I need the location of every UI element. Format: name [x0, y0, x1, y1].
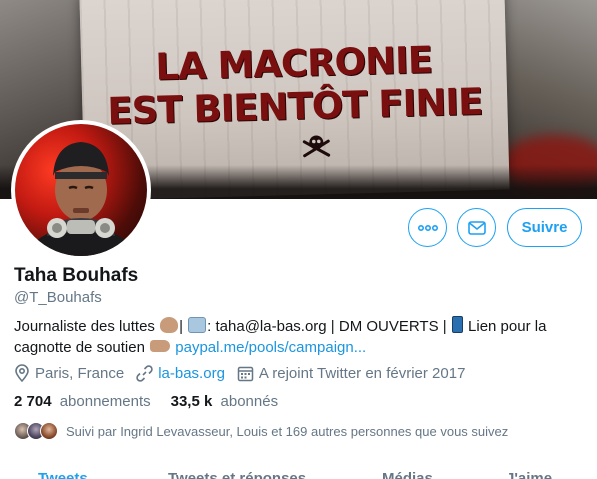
profile-tabs: Tweets Tweets et réponses Médias J'aime — [0, 466, 597, 479]
following-label: abonnements — [59, 393, 151, 410]
followers-stat[interactable]: 33,5 k abonnés — [171, 393, 278, 410]
following-stat[interactable]: 2 704 abonnements — [14, 393, 151, 410]
bio-separator: | — [179, 318, 183, 335]
location-pin-icon — [15, 364, 29, 382]
link-icon — [136, 364, 153, 382]
envelope-icon — [467, 220, 486, 235]
tab-media[interactable]: Médias — [382, 470, 433, 479]
follower-avatar — [40, 422, 58, 440]
skull-crossbones-icon — [302, 135, 331, 158]
pointing-right-icon — [150, 340, 171, 352]
bio-text: Journaliste des luttes — [14, 318, 155, 335]
website[interactable]: la-bas.org — [136, 365, 225, 382]
tab-tweets-replies[interactable]: Tweets et réponses — [168, 470, 306, 479]
more-options-button[interactable] — [408, 208, 447, 247]
calendar-icon — [237, 366, 254, 381]
tab-tweets[interactable]: Tweets — [38, 470, 88, 479]
profile-bio: Journaliste des luttes | : taha@la-bas.o… — [14, 316, 574, 358]
followed-by[interactable]: Suivi par Ingrid Levavasseur, Louis et 1… — [14, 422, 508, 440]
profile-handle: @T_Bouhafs — [14, 289, 102, 306]
inbox-tray-icon — [188, 317, 207, 333]
more-icon — [417, 224, 438, 231]
tab-likes[interactable]: J'aime — [506, 470, 552, 479]
profile-stats: 2 704 abonnements 33,5 k abonnés — [14, 393, 298, 410]
bio-link[interactable]: paypal.me/pools/campaign... — [175, 339, 366, 356]
profile-meta: Paris, France la-bas.org A rejoint Twitt… — [14, 363, 477, 383]
location: Paris, France — [14, 364, 124, 382]
follow-button[interactable]: Suivre — [507, 208, 582, 247]
message-button[interactable] — [457, 208, 496, 247]
followers-count: 33,5 k — [170, 393, 213, 410]
mobile-phone-icon — [451, 316, 463, 333]
raised-fist-icon — [160, 317, 179, 333]
bio-email: : taha@la-bas.org | DM OUVERTS | — [207, 318, 447, 335]
location-text: Paris, France — [35, 364, 125, 382]
followed-by-text: Suivi par Ingrid Levavasseur, Louis et 1… — [66, 423, 509, 439]
website-link[interactable]: la-bas.org — [158, 365, 225, 382]
followers-label: abonnés — [220, 393, 279, 410]
join-date-text: A rejoint Twitter en février 2017 — [258, 364, 466, 382]
join-date: A rejoint Twitter en février 2017 — [237, 364, 466, 382]
profile-name: Taha Bouhafs — [14, 265, 139, 286]
following-count: 2 704 — [14, 393, 52, 410]
avatar-image — [15, 124, 147, 256]
avatar[interactable] — [11, 120, 151, 260]
person-portrait-icon — [23, 142, 139, 256]
